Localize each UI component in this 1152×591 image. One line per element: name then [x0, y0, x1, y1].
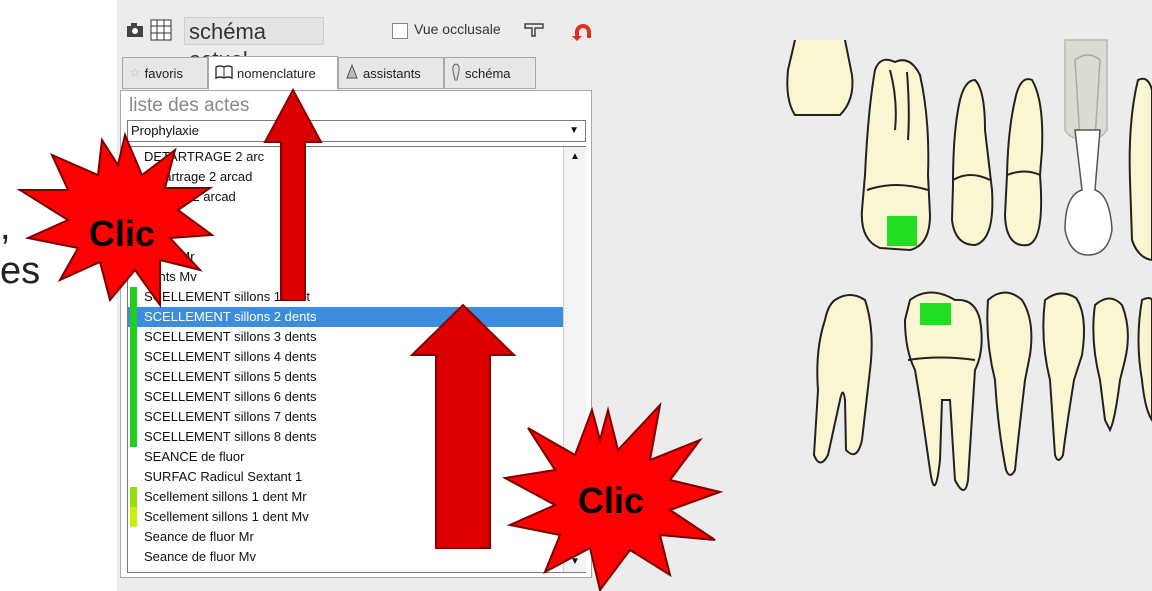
list-item[interactable]: dents Mv [128, 267, 565, 287]
lower-premolar-2 [1042, 292, 1085, 461]
scroll-down-icon[interactable]: ▼ [564, 552, 586, 572]
act-color-marker [130, 507, 137, 527]
callout-clic-2: Clic [578, 480, 645, 521]
act-color-marker [130, 387, 137, 407]
lower-molar-1 [812, 294, 873, 464]
book-icon [215, 64, 233, 82]
tab-nomenclature-label: nomenclature [237, 65, 316, 81]
slide-text-line-1: , [0, 206, 11, 248]
acts-list[interactable]: DETARTRAGE 2 arc Detartrage 2 arcad tartra… [127, 146, 586, 573]
list-item[interactable]: tartrage 2 arcad [128, 187, 565, 207]
upper-incisor-right [1128, 77, 1152, 262]
list-item[interactable]: SCELLEMENT sillons 3 dents [128, 327, 565, 347]
list-item[interactable]: SEANCE de fluor [128, 447, 565, 467]
scroll-up-icon[interactable]: ▲ [564, 147, 586, 167]
dental-chart[interactable] [770, 0, 1152, 591]
list-item-label: SCELLEMENT sillons 5 dents [144, 369, 317, 384]
list-item-label: SCELLEMENT sillons 3 dents [144, 329, 317, 344]
list-item-label: Scellement sillons 1 dent Mr [144, 489, 307, 504]
schema-selector[interactable]: schéma actuel [184, 17, 324, 72]
list-item[interactable]: SCELLEMENT sillons 1 dent [128, 287, 565, 307]
list-item[interactable]: SCELLEMENT sillons 2 dents [128, 307, 565, 327]
grid-icon[interactable] [150, 19, 172, 46]
act-color-marker [130, 427, 137, 447]
list-item[interactable]: SURFAC Radicul Sextant 1 [128, 467, 565, 487]
tab-schema-label: schéma [465, 65, 511, 81]
list-item-label: Seance de fluor Mr [144, 529, 254, 544]
list-item[interactable]: Seance de fluor Mv [128, 547, 565, 567]
list-item-label: SCELLEMENT sillons 6 dents [144, 389, 317, 404]
wizard-icon [345, 63, 359, 83]
list-item[interactable]: SCELLEMENT sillons 5 dents [128, 367, 565, 387]
lower-canine [1092, 297, 1129, 433]
upper-molar [786, 39, 854, 116]
act-category-value: Prophylaxie [131, 123, 199, 138]
list-item-label: SCELLEMENT sillons 8 dents [144, 429, 317, 444]
star-icon: ☆ [129, 65, 141, 80]
list-item[interactable]: Scellement sillons 1 dent Mv [128, 507, 565, 527]
act-color-marker [130, 287, 137, 307]
list-item-label: Detartrage 2 arcad [144, 169, 253, 184]
tab-favoris-label: favoris [144, 65, 183, 81]
act-color-marker [130, 347, 137, 367]
occlusal-view-checkbox[interactable] [392, 23, 408, 39]
list-item-label: SCELLEMENT sillons 2 dents [144, 309, 317, 324]
upper-canine [1003, 78, 1044, 247]
upper-premolar-2 [950, 78, 994, 247]
list-item-label: SCELLEMENT sillons 1 dent [144, 289, 310, 304]
list-item-label: tartrage 2 arcad [144, 189, 236, 204]
slide-text-fragment: , es [0, 205, 40, 293]
list-item-label: Seance de fluor Mv [144, 549, 257, 564]
sealant-marker-lower [920, 303, 951, 325]
list-item-label: SCELLEMENT sillons 7 dents [144, 409, 317, 424]
acts-list-title: liste des actes [129, 95, 250, 116]
undo-icon[interactable] [571, 22, 595, 47]
act-color-marker [130, 307, 137, 327]
list-item-label: SURFAC Radicul Sextant 1 [144, 469, 303, 484]
act-color-marker [130, 487, 137, 507]
tab-schema[interactable]: schéma [444, 57, 536, 89]
list-item[interactable]: Scellement sillons 1 dent Mr [128, 487, 565, 507]
upper-incisor-white [1064, 129, 1113, 256]
list-item[interactable]: SCELLEMENT sillons 8 dents [128, 427, 565, 447]
act-category-select[interactable]: Prophylaxie ▼ [127, 120, 586, 142]
camera-icon[interactable] [125, 21, 145, 44]
list-item[interactable]: SCELLEMENT sillons 4 dents [128, 347, 565, 367]
list-item[interactable]: Seance de fluor Mr [128, 527, 565, 547]
list-item-label: dents Mv [144, 269, 197, 284]
act-color-marker [130, 407, 137, 427]
tab-assistants[interactable]: assistants [338, 57, 444, 89]
list-item-label: Scellement sillons 1 dent Mv [144, 509, 309, 524]
callout-clic-1: Clic [89, 213, 156, 254]
list-item[interactable]: Detartrage 2 arcad [128, 167, 565, 187]
occlusal-view-label: Vue occlusale [414, 21, 501, 37]
tab-nomenclature[interactable]: nomenclature [208, 56, 338, 90]
tab-favoris[interactable]: ☆ favoris [122, 57, 208, 89]
slide-text-line-2: es [0, 250, 41, 292]
tool-icon[interactable] [523, 20, 545, 43]
chevron-down-icon: ▼ [569, 125, 579, 136]
list-item-label: SEANCE de fluor [144, 449, 245, 464]
act-color-marker [130, 327, 137, 347]
tab-assistants-label: assistants [363, 65, 421, 81]
list-item[interactable]: DETARTRAGE 2 arc [128, 147, 565, 167]
list-item[interactable]: SCELLEMENT sillons 7 dents [128, 407, 565, 427]
act-color-marker [130, 367, 137, 387]
list-item-label: SCELLEMENT sillons 4 dents [144, 349, 317, 364]
list-item-label: DETARTRAGE 2 arc [144, 149, 265, 164]
list-item[interactable]: dents [128, 207, 565, 227]
sealant-marker-upper [887, 216, 917, 246]
lower-premolar-1 [986, 291, 1033, 476]
tooth-icon [451, 62, 461, 84]
list-item[interactable]: SCELLEMENT sillons 6 dents [128, 387, 565, 407]
list-item[interactable]: xie [128, 227, 565, 247]
list-item[interactable]: dents Mr [128, 247, 565, 267]
lower-incisor-right [1137, 297, 1152, 422]
